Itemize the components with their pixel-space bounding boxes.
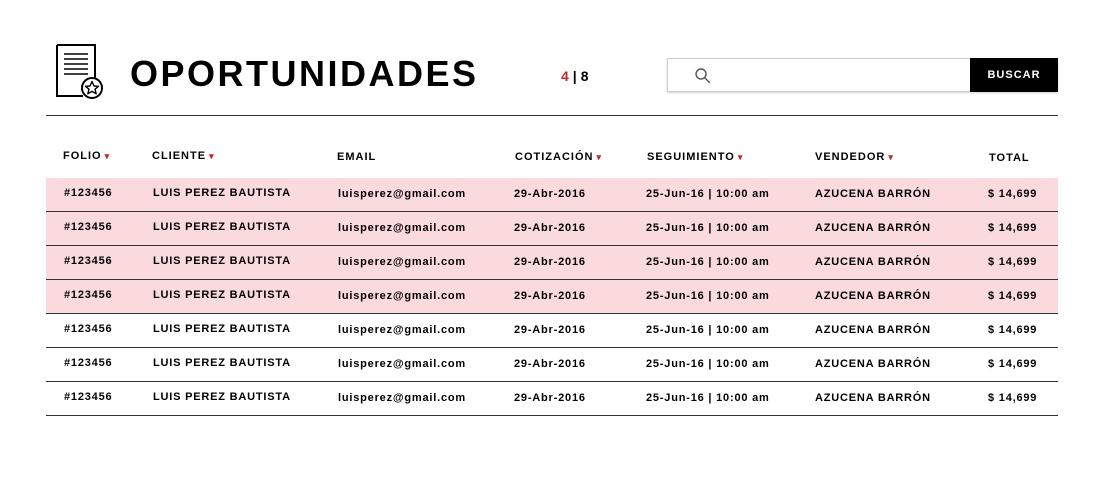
cell-folio: #123456 — [64, 391, 113, 403]
pager-separator: | — [572, 68, 577, 84]
pager-total[interactable]: 8 — [581, 68, 589, 84]
caret-down-icon: ▾ — [888, 152, 894, 162]
page-title: OPORTUNIDADES — [130, 53, 479, 94]
cell-cliente: LUIS PEREZ BAUTISTA — [153, 289, 291, 301]
table-row[interactable]: #123456 LUIS PEREZ BAUTISTA luisperez@gmai… — [46, 246, 1058, 280]
cell-email[interactable]: luisperez@gmail.com — [338, 186, 466, 202]
cell-folio: #123456 — [64, 221, 113, 233]
cell-total: $ 14,699 — [988, 358, 1038, 370]
table-row[interactable]: #123456 LUIS PEREZ BAUTISTA luisperez@gmai… — [46, 314, 1058, 348]
cell-total: $ 14,699 — [988, 392, 1038, 404]
column-header-email: EMAIL — [337, 151, 377, 163]
cell-total: $ 14,699 — [988, 290, 1038, 302]
column-header-seguimiento[interactable]: SEGUIMIENTO ▾ — [647, 150, 743, 164]
table-row[interactable]: #123456 LUIS PEREZ BAUTISTA luisperez@gmai… — [46, 178, 1058, 212]
column-header-vendedor[interactable]: VENDEDOR ▾ — [815, 150, 894, 164]
cell-email[interactable]: luisperez@gmail.com — [338, 322, 466, 338]
cell-vendedor: AZUCENA BARRÓN — [815, 188, 931, 200]
cell-email[interactable]: luisperez@gmail.com — [338, 356, 466, 372]
cell-cliente: LUIS PEREZ BAUTISTA — [153, 221, 291, 233]
cell-vendedor: AZUCENA BARRÓN — [815, 290, 931, 302]
cell-cliente: LUIS PEREZ BAUTISTA — [153, 255, 291, 267]
cell-email[interactable]: luisperez@gmail.com — [338, 288, 466, 304]
cell-folio: #123456 — [64, 187, 113, 199]
cell-cliente: LUIS PEREZ BAUTISTA — [153, 187, 291, 199]
cell-vendedor: AZUCENA BARRÓN — [815, 392, 931, 404]
cell-seguimiento: 25-Jun-16 | 10:00 am — [646, 358, 770, 370]
header-divider — [46, 115, 1058, 116]
cell-total: $ 14,699 — [988, 324, 1038, 336]
search-input[interactable] — [718, 60, 968, 90]
table-row[interactable]: #123456 LUIS PEREZ BAUTISTA luisperez@gmai… — [46, 280, 1058, 314]
cell-seguimiento: 25-Jun-16 | 10:00 am — [646, 392, 770, 404]
cell-folio: #123456 — [64, 323, 113, 335]
pager-current[interactable]: 4 — [561, 68, 569, 84]
cell-email[interactable]: luisperez@gmail.com — [338, 390, 466, 406]
cell-total: $ 14,699 — [988, 256, 1038, 268]
column-header-cliente[interactable]: CLIENTE ▾ — [152, 149, 215, 163]
table-row[interactable]: #123456 LUIS PEREZ BAUTISTA luisperez@gmai… — [46, 348, 1058, 382]
cell-total: $ 14,699 — [988, 188, 1038, 200]
cell-cotizacion: 29-Abr-2016 — [514, 324, 586, 336]
caret-down-icon: ▾ — [596, 152, 602, 162]
pagination-indicator: 4 | 8 — [561, 67, 589, 85]
cell-seguimiento: 25-Jun-16 | 10:00 am — [646, 222, 770, 234]
cell-seguimiento: 25-Jun-16 | 10:00 am — [646, 256, 770, 268]
page-header: OPORTUNIDADES 4 | 8 BUSCAR — [0, 0, 1120, 116]
cell-cotizacion: 29-Abr-2016 — [514, 358, 586, 370]
cell-cotizacion: 29-Abr-2016 — [514, 222, 586, 234]
certificate-document-icon — [56, 44, 103, 99]
column-header-folio[interactable]: FOLIO ▾ — [63, 149, 110, 163]
caret-down-icon: ▾ — [209, 151, 215, 161]
caret-down-icon: ▾ — [104, 151, 111, 161]
cell-cotizacion: 29-Abr-2016 — [514, 188, 586, 200]
cell-folio: #123456 — [64, 255, 113, 267]
table-row[interactable]: #123456 LUIS PEREZ BAUTISTA luisperez@gmai… — [46, 212, 1058, 246]
cell-vendedor: AZUCENA BARRÓN — [815, 222, 931, 234]
cell-cliente: LUIS PEREZ BAUTISTA — [153, 357, 291, 369]
column-header-total: TOTAL — [989, 152, 1030, 164]
cell-cotizacion: 29-Abr-2016 — [514, 392, 586, 404]
cell-email[interactable]: luisperez@gmail.com — [338, 254, 466, 270]
caret-down-icon: ▾ — [737, 152, 744, 162]
cell-folio: #123456 — [64, 289, 113, 301]
cell-seguimiento: 25-Jun-16 | 10:00 am — [646, 324, 770, 336]
cell-vendedor: AZUCENA BARRÓN — [815, 256, 931, 268]
search-button[interactable]: BUSCAR — [970, 58, 1058, 92]
table-body: #123456 LUIS PEREZ BAUTISTA luisperez@gmai… — [46, 178, 1058, 416]
cell-folio: #123456 — [64, 357, 113, 369]
search-bar: BUSCAR — [667, 58, 1058, 92]
cell-email[interactable]: luisperez@gmail.com — [338, 220, 466, 236]
column-header-cotizacion[interactable]: COTIZACIÓN ▾ — [515, 150, 602, 164]
cell-seguimiento: 25-Jun-16 | 10:00 am — [646, 188, 770, 200]
cell-cliente: LUIS PEREZ BAUTISTA — [153, 391, 291, 403]
cell-vendedor: AZUCENA BARRÓN — [815, 358, 931, 370]
cell-cotizacion: 29-Abr-2016 — [514, 290, 586, 302]
table-row[interactable]: #123456 LUIS PEREZ BAUTISTA luisperez@gmai… — [46, 382, 1058, 416]
search-icon — [695, 68, 711, 84]
cell-cotizacion: 29-Abr-2016 — [514, 256, 586, 268]
cell-seguimiento: 25-Jun-16 | 10:00 am — [646, 290, 770, 302]
cell-cliente: LUIS PEREZ BAUTISTA — [153, 323, 291, 335]
cell-vendedor: AZUCENA BARRÓN — [815, 324, 931, 336]
cell-total: $ 14,699 — [988, 222, 1038, 234]
